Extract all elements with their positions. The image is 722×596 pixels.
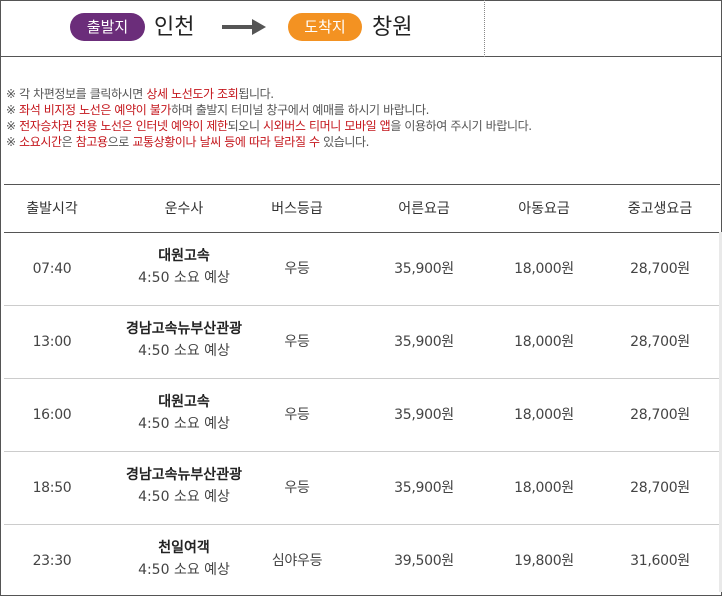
notice-text: 있습니다. [319,135,370,149]
bus-grade: 우등 [284,261,310,277]
departure-time: 23:30 [32,553,72,569]
notice-text: 각 차편정보를 클릭하시면 [15,87,147,101]
table-row[interactable]: 23:30 천일여객 4:50 소요 예상 심야우등 39,500원 19,800원 31,… [4,525,720,596]
bus-grade: 심야우등 [271,553,323,569]
header-grade: 버스등급 [271,201,323,217]
arrival-city: 창원 [372,15,413,40]
departure-badge: 출발지 [70,13,145,41]
notice-highlight: 참고용 [75,135,108,149]
student-fare: 28,700원 [630,407,690,423]
notice-line: ※ 소요시간은 참고용으로 교통상황이나 날씨 등에 따라 달라질 수 있습니다… [6,134,718,150]
notice-mark: ※ [6,87,16,101]
header-child-fare: 아동요금 [518,201,570,217]
student-fare: 28,700원 [630,334,690,350]
notice-list: ※ 각 차편정보를 클릭하시면 상세 노선도가 조회됩니다. ※ 좌석 비지정 노… [6,86,718,150]
notice-mark: ※ [6,119,16,133]
header-adult-fare: 어른요금 [398,201,450,217]
header-student-fare: 중고생요금 [627,201,693,217]
notice-text: 은 [61,135,76,149]
notice-text: 하며 출발지 터미널 창구에서 예매를 하시기 바랍니다. [171,103,430,117]
notice-mark: ※ [6,135,16,149]
student-fare: 31,600원 [630,553,690,569]
bus-grade: 우등 [284,480,310,496]
child-fare: 18,000원 [514,480,574,496]
adult-fare: 35,900원 [394,334,454,350]
departure-time: 16:00 [32,407,72,423]
route-header: 출발지 인천 도착지 창원 [0,0,722,57]
table-row[interactable]: 16:00 대원고속 4:50 소요 예상 우등 35,900원 18,000원 28,70… [4,379,720,452]
child-fare: 18,000원 [514,407,574,423]
notice-highlight: 시외버스 티머니 모바일 앱 [263,119,391,133]
departure-time: 18:50 [32,480,72,496]
child-fare: 19,800원 [514,553,574,569]
child-fare: 18,000원 [514,334,574,350]
schedule-table: 출발시각 운수사 버스등급 어른요금 아동요금 중고생요금 07:40 대원고속 4… [4,184,720,578]
notice-text: 됩니다. [238,87,274,101]
notice-text: 으로 [107,135,133,149]
header-divider [484,0,485,57]
table-row[interactable]: 07:40 대원고속 4:50 소요 예상 우등 35,900원 18,000원 28,70… [4,233,720,306]
adult-fare: 35,900원 [394,480,454,496]
notice-highlight: 전자승차권 전용 노선은 인터넷 예약이 제한 [15,119,228,133]
arrow-right-icon [222,19,266,35]
notice-line: ※ 각 차편정보를 클릭하시면 상세 노선도가 조회됩니다. [6,86,718,102]
bus-grade: 우등 [284,407,310,423]
notice-mark: ※ [6,103,16,117]
adult-fare: 35,900원 [394,261,454,277]
notice-text: 되오니 [227,119,264,133]
notice-highlight: 좌석 비지정 노선은 예약이 불가 [15,103,172,117]
student-fare: 28,700원 [630,261,690,277]
notice-highlight: 소요시간 [15,135,62,149]
arrival-badge: 도착지 [288,13,362,41]
adult-fare: 39,500원 [394,553,454,569]
notice-highlight: 교통상황이나 날씨 등에 따라 달라질 수 [132,135,320,149]
departure-time: 13:00 [32,334,72,350]
departure-city: 인천 [154,15,195,40]
notice-line: ※ 좌석 비지정 노선은 예약이 불가하며 출발지 터미널 창구에서 예매를 하… [6,102,718,118]
adult-fare: 35,900원 [394,407,454,423]
student-fare: 28,700원 [630,480,690,496]
bus-grade: 우등 [284,334,310,350]
table-row[interactable]: 18:50 경남고속뉴부산관광 4:50 소요 예상 우등 35,900원 18,000원… [4,452,720,525]
notice-line: ※ 전자승차권 전용 노선은 인터넷 예약이 제한되오니 시외버스 티머니 모바… [6,118,718,134]
table-header: 출발시각 운수사 버스등급 어른요금 아동요금 중고생요금 [4,185,720,233]
child-fare: 18,000원 [514,261,574,277]
table-row[interactable]: 13:00 경남고속뉴부산관광 4:50 소요 예상 우등 35,900원 18,000원… [4,306,720,379]
notice-highlight: 상세 노선도가 조회 [146,87,239,101]
header-time: 출발시각 [26,201,78,217]
notice-text: 을 이용하여 주시기 바랍니다. [390,119,532,133]
departure-time: 07:40 [32,261,72,277]
